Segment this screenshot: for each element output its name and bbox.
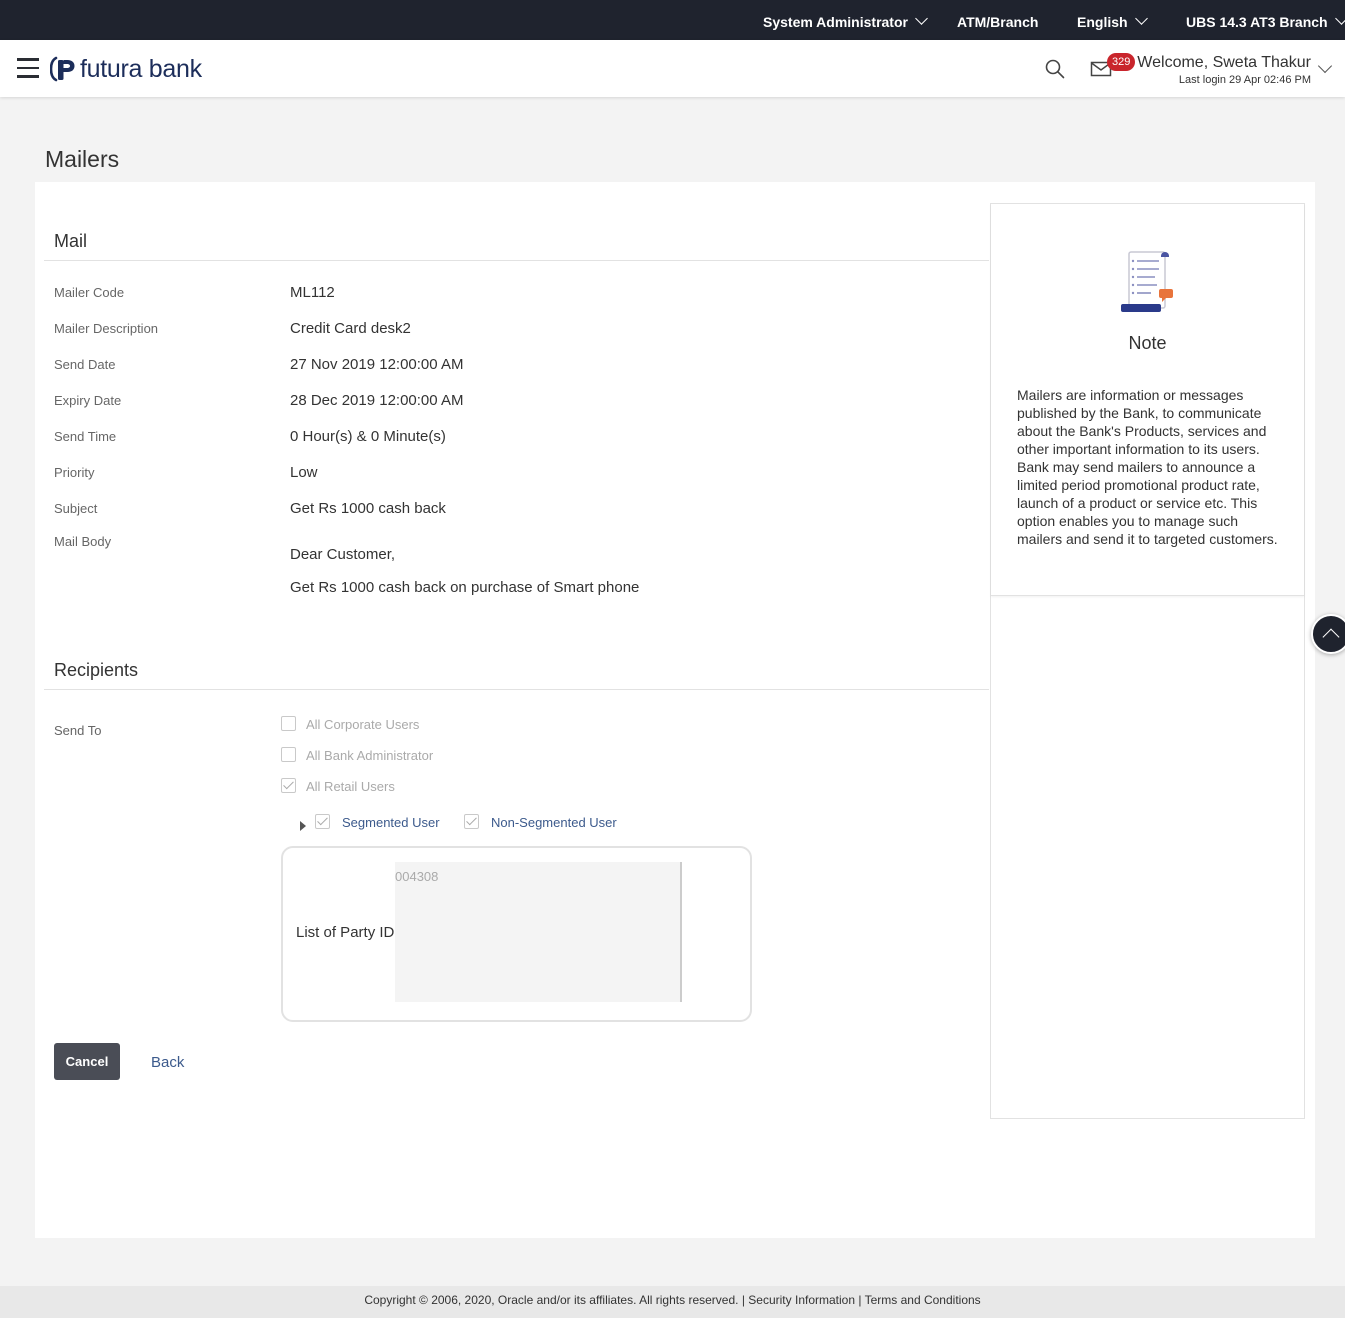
chevron-down-icon xyxy=(1334,12,1345,25)
language-selector[interactable]: English xyxy=(1077,0,1148,40)
mailer-code-value: ML112 xyxy=(290,284,335,301)
send-date-value: 27 Nov 2019 12:00:00 AM xyxy=(290,356,464,373)
mailer-description-label: Mailer Description xyxy=(54,321,159,336)
brand-name: futura bank xyxy=(80,54,202,83)
location-selector[interactable]: ATM/Branch xyxy=(957,0,1038,40)
note-title: Note xyxy=(1128,333,1167,353)
non-segmented-user-label[interactable]: Non-Segmented User xyxy=(491,815,617,830)
top-bar: System Administrator ATM/Branch English … xyxy=(0,0,1345,40)
all-retail-users-checkbox[interactable] xyxy=(281,778,296,793)
entity-label: UBS 14.3 AT3 Branch xyxy=(1186,14,1328,30)
cancel-button[interactable]: Cancel xyxy=(54,1043,120,1080)
chevron-down-icon[interactable] xyxy=(1317,58,1333,74)
all-retail-users-label: All Retail Users xyxy=(306,779,395,794)
non-segmented-user-checkbox[interactable] xyxy=(464,814,479,829)
back-link[interactable]: Back xyxy=(151,1054,184,1071)
priority-label: Priority xyxy=(54,465,95,480)
footer-separator: | xyxy=(858,1293,862,1307)
welcome-text[interactable]: Welcome, Sweta Thakur xyxy=(1137,54,1311,72)
segmented-user-label[interactable]: Segmented User xyxy=(342,815,440,830)
segmented-user-checkbox[interactable] xyxy=(315,814,330,829)
party-id-value: 004308 xyxy=(395,869,439,884)
document-note-icon xyxy=(1121,251,1173,312)
mail-body-label: Mail Body xyxy=(54,534,112,549)
page-title: Mailers xyxy=(45,146,120,172)
language-label: English xyxy=(1077,14,1128,30)
recipients-section-title: Recipients xyxy=(54,660,139,680)
mailer-code-label: Mailer Code xyxy=(54,285,125,300)
role-label: System Administrator xyxy=(763,14,908,30)
send-date-label: Send Date xyxy=(54,357,116,372)
copyright-text: Copyright © 2006, 2020, Oracle and/or it… xyxy=(364,1293,739,1307)
app-header: futura bank 329 Welcome, Sweta Thakur La… xyxy=(0,40,1345,97)
futura-logo-icon xyxy=(50,56,75,82)
note-text: Mailers are information or messages publ… xyxy=(1017,387,1278,547)
mail-body-line: Dear Customer, xyxy=(290,546,396,563)
all-corporate-users-label: All Corporate Users xyxy=(306,717,420,732)
last-login-text: Last login 29 Apr 02:46 PM xyxy=(1178,74,1311,86)
security-information-link[interactable]: Security Information xyxy=(748,1293,855,1307)
mail-section-title: Mail xyxy=(54,231,88,251)
chevron-down-icon xyxy=(915,12,928,25)
brand-logo[interactable]: futura bank xyxy=(50,54,202,84)
divider xyxy=(44,260,989,261)
mailer-description-value: Credit Card desk2 xyxy=(290,320,411,337)
subject-value: Get Rs 1000 cash back xyxy=(290,500,446,517)
subject-label: Subject xyxy=(54,501,98,516)
expiry-date-value: 28 Dec 2019 12:00:00 AM xyxy=(290,392,464,409)
entity-selector[interactable]: UBS 14.3 AT3 Branch xyxy=(1186,0,1345,40)
party-id-label: List of Party ID xyxy=(296,924,395,941)
terms-and-conditions-link[interactable]: Terms and Conditions xyxy=(865,1293,981,1307)
priority-value: Low xyxy=(290,464,318,481)
scroll-to-top-button[interactable] xyxy=(1311,614,1345,654)
send-to-label: Send To xyxy=(54,723,102,738)
location-label: ATM/Branch xyxy=(957,14,1039,30)
role-selector[interactable]: System Administrator xyxy=(763,0,928,40)
divider xyxy=(44,689,989,690)
all-corporate-users-checkbox[interactable] xyxy=(281,716,296,731)
footer: Copyright © 2006, 2020, Oracle and/or it… xyxy=(0,1286,1345,1318)
party-id-list[interactable]: 004308 xyxy=(395,862,682,1002)
note-panel: Note Mailers are information or messages… xyxy=(990,203,1305,1119)
footer-separator: | xyxy=(741,1293,745,1307)
search-icon[interactable] xyxy=(1044,58,1066,80)
send-time-label: Send Time xyxy=(54,429,117,444)
mail-body-line: Get Rs 1000 cash back on purchase of Sma… xyxy=(290,579,640,596)
chevron-down-icon xyxy=(1134,12,1148,25)
expiry-date-label: Expiry Date xyxy=(54,393,122,408)
all-bank-administrator-checkbox[interactable] xyxy=(281,747,296,762)
hamburger-menu-icon[interactable] xyxy=(17,58,39,78)
send-time-value: 0 Hour(s) & 0 Minute(s) xyxy=(290,428,446,445)
note-box: Note Mailers are information or messages… xyxy=(991,204,1304,596)
expand-arrow-icon[interactable] xyxy=(300,821,306,831)
notification-badge[interactable]: 329 xyxy=(1107,53,1136,71)
all-bank-administrator-label: All Bank Administrator xyxy=(306,748,434,763)
